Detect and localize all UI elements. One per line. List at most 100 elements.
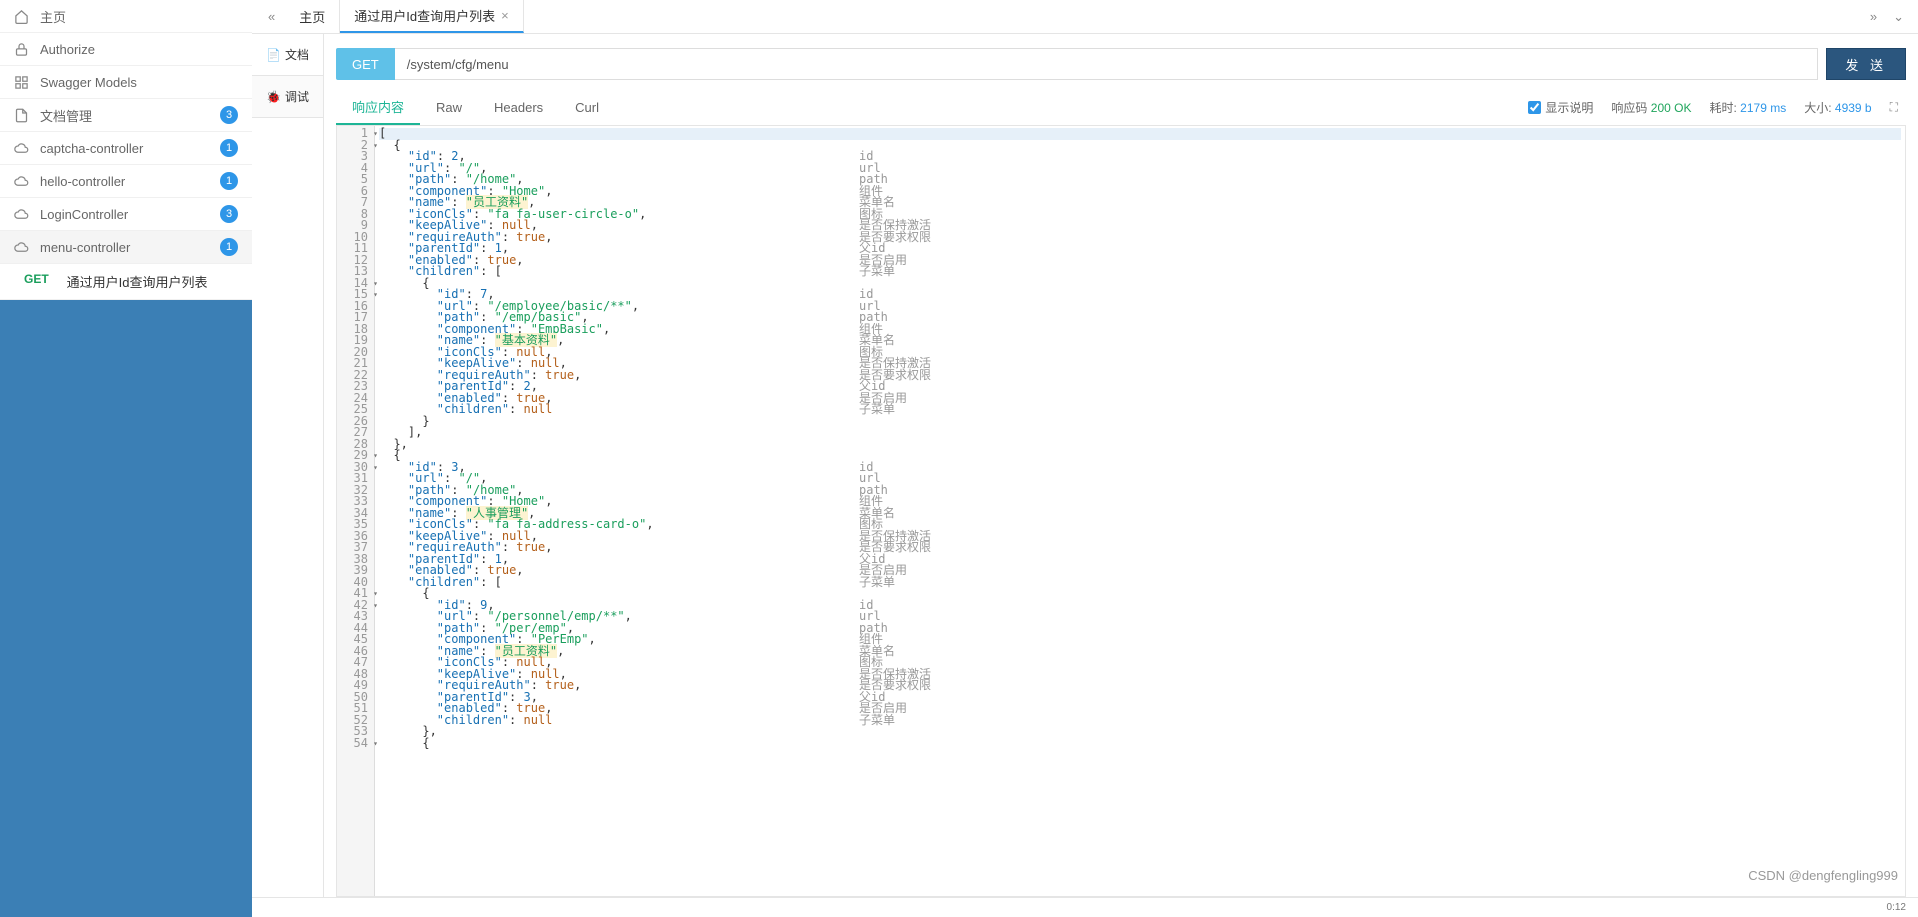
collapse-sidebar-button[interactable]: «: [258, 5, 285, 28]
sidebar-item-label: 文档管理: [40, 106, 220, 125]
sidebar-item-hello-controller[interactable]: hello-controller 1: [0, 165, 252, 198]
tab-response-body[interactable]: 响应内容: [336, 90, 420, 125]
send-button[interactable]: 发 送: [1826, 48, 1906, 80]
code-line: "path": "/home",: [379, 174, 1901, 186]
code-line: {: [379, 450, 1901, 462]
time-value: 2179 ms: [1740, 101, 1786, 115]
sidebar-badge: 1: [220, 139, 238, 157]
code-line: {: [379, 140, 1901, 152]
tabs-scroll-right-button[interactable]: »: [1862, 5, 1885, 28]
code-line: "url": "/",: [379, 163, 1901, 175]
sidebar: 主页 Authorize Swagger Models 文档管理 3 captc…: [0, 0, 252, 917]
response-body-viewer: 1234567891011121314151617181920212223242…: [336, 126, 1906, 897]
sidebar-item--[interactable]: 主页: [0, 0, 252, 33]
time-label: 耗时:: [1709, 101, 1736, 115]
code-line: "id": 3,: [379, 462, 1901, 474]
page-tab[interactable]: 通过用户Id查询用户列表 ×: [340, 0, 523, 33]
grid-icon: [14, 75, 32, 90]
code-line: "requireAuth": true,: [379, 680, 1901, 692]
sidebar-badge: 1: [220, 238, 238, 256]
tab-response-headers[interactable]: Headers: [478, 90, 559, 125]
sidebar-item-authorize[interactable]: Authorize: [0, 33, 252, 66]
endpoint-label: 通过用户Id查询用户列表: [67, 272, 208, 291]
sidebar-item-captcha-controller[interactable]: captcha-controller 1: [0, 132, 252, 165]
size-group: 大小: 4939 b: [1804, 99, 1871, 116]
doc-debug-panel: 📄 文档 🐞 调试: [252, 34, 324, 897]
code-line: ],: [379, 427, 1901, 439]
sidebar-badge: 1: [220, 172, 238, 190]
time-group: 耗时: 2179 ms: [1709, 99, 1786, 116]
sidebar-item-logincontroller[interactable]: LoginController 3: [0, 198, 252, 231]
code-comment: 子菜单: [859, 266, 931, 278]
code-line: "enabled": true,: [379, 703, 1901, 715]
code-line: "iconCls": null,: [379, 657, 1901, 669]
sidebar-item-swagger-models[interactable]: Swagger Models: [0, 66, 252, 99]
code-line: "id": 2,: [379, 151, 1901, 163]
sidebar-item-label: LoginController: [40, 207, 220, 222]
code-line: "parentId": 1,: [379, 554, 1901, 566]
code-line: "name": "员工资料",: [379, 646, 1901, 658]
show-description-checkbox[interactable]: [1528, 101, 1541, 114]
code-line: }: [379, 416, 1901, 428]
cloud-icon: [14, 207, 32, 222]
page-tab[interactable]: 主页: [285, 0, 340, 33]
show-description-toggle[interactable]: 显示说明: [1528, 99, 1593, 116]
cloud-icon: [14, 174, 32, 189]
panel-tab-debug[interactable]: 🐞 调试: [252, 76, 323, 118]
code-line: "iconCls": null,: [379, 347, 1901, 359]
cloud-icon: [14, 240, 32, 255]
code-line: "enabled": true,: [379, 255, 1901, 267]
tab-label: 通过用户Id查询用户列表: [354, 6, 495, 25]
expand-icon[interactable]: ⛶: [1890, 100, 1898, 115]
code-line: "path": "/per/emp",: [379, 623, 1901, 635]
code-line: "component": "Home",: [379, 496, 1901, 508]
http-method-chip[interactable]: GET: [336, 48, 395, 80]
bottom-time: 0:12: [1887, 902, 1906, 913]
sidebar-badge: 3: [220, 205, 238, 223]
code-line: "parentId": 2,: [379, 381, 1901, 393]
sidebar-item-label: hello-controller: [40, 174, 220, 189]
request-url-input[interactable]: /system/cfg/menu: [395, 48, 1819, 80]
show-description-label: 显示说明: [1545, 99, 1593, 116]
code-line: "url": "/",: [379, 473, 1901, 485]
tabs-menu-button[interactable]: ⌄: [1885, 5, 1912, 29]
code-line: "keepAlive": null,: [379, 669, 1901, 681]
code-comment: [859, 726, 931, 738]
close-icon[interactable]: ×: [501, 8, 509, 23]
code-line: "url": "/employee/basic/**",: [379, 301, 1901, 313]
code-comment: 子菜单: [859, 577, 931, 589]
code-line: "component": "EmpBasic",: [379, 324, 1901, 336]
code-line: "children": null: [379, 404, 1901, 416]
cloud-icon: [14, 141, 32, 156]
code-line: "url": "/personnel/emp/**",: [379, 611, 1901, 623]
code-content[interactable]: [ { "id": 2, "url": "/", "path": "/home"…: [375, 126, 1905, 896]
sidebar-item-menu-controller[interactable]: menu-controller 1: [0, 231, 252, 264]
tab-label: 主页: [299, 7, 325, 26]
code-line: "keepAlive": null,: [379, 531, 1901, 543]
code-line: {: [379, 588, 1901, 600]
code-line: "enabled": true,: [379, 565, 1901, 577]
code-line: },: [379, 439, 1901, 451]
code-comment: 子菜单: [859, 715, 931, 727]
code-line: "parentId": 3,: [379, 692, 1901, 704]
bottom-strip: 0:12: [252, 897, 1918, 917]
tab-response-curl[interactable]: Curl: [559, 90, 615, 125]
code-line: "enabled": true,: [379, 393, 1901, 405]
panel-tab-doc-label: 文档: [285, 46, 309, 63]
code-line: "component": "Home",: [379, 186, 1901, 198]
panel-tab-doc[interactable]: 📄 文档: [252, 34, 323, 76]
tab-response-raw[interactable]: Raw: [420, 90, 478, 125]
main-area: « 主页 通过用户Id查询用户列表 × » ⌄ 📄 文档 🐞 调试 GET: [252, 0, 1918, 917]
status-group: 响应码 200 OK: [1611, 99, 1691, 116]
code-comment: [859, 128, 931, 140]
doc-icon: 📄: [266, 48, 281, 62]
doc-icon: [14, 108, 32, 123]
status-value: 200 OK: [1651, 101, 1692, 115]
sidebar-item-label: menu-controller: [40, 240, 220, 255]
sidebar-endpoint-item[interactable]: GET 通过用户Id查询用户列表: [0, 264, 252, 300]
code-gutter: 1234567891011121314151617181920212223242…: [337, 126, 375, 896]
code-comments-column: idurlpath组件菜单名图标是否保持激活是否要求权限父id是否启用子菜单id…: [859, 128, 931, 749]
sidebar-item-label: captcha-controller: [40, 141, 220, 156]
response-meta: 显示说明 响应码 200 OK 耗时: 2179 ms 大小: 4939 b: [1528, 99, 1906, 116]
sidebar-item--[interactable]: 文档管理 3: [0, 99, 252, 132]
